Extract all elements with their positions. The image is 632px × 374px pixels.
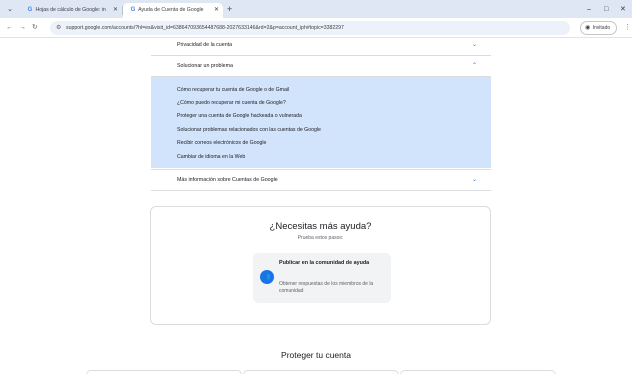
back-icon[interactable]: ← <box>6 22 13 33</box>
minimize-icon[interactable]: – <box>587 3 591 16</box>
help-link[interactable]: Proteger una cuenta de Google hackeada o… <box>177 113 302 119</box>
help-title: ¿Necesitas más ayuda? <box>269 221 372 232</box>
accordion-label: Más información sobre Cuentas de Google <box>177 177 278 183</box>
help-link[interactable]: Solucionar problemas relacionados con la… <box>177 127 321 133</box>
tab-title: Hojas de cálculo de Google: in <box>35 7 106 13</box>
protect-card[interactable] <box>86 370 242 374</box>
chevron-down-icon: ⌄ <box>471 177 477 183</box>
google-favicon-icon: G <box>27 7 33 13</box>
browser-menu-icon[interactable]: ⋮ <box>624 22 631 33</box>
address-toolbar: ← → ↻ ⚙ support.google.com/accounts/?hl=… <box>0 18 632 38</box>
tab-strip: ⌄ G Hojas de cálculo de Google: in ✕ G A… <box>0 0 632 18</box>
option-title: Publicar en la comunidad de ayuda <box>279 260 370 266</box>
community-icon: 👥 <box>260 270 274 284</box>
profile-label: Invitado <box>592 25 611 31</box>
tab-title: Ayuda de Cuenta de Google <box>138 7 204 13</box>
accordion-more-info[interactable]: Más información sobre Cuentas de Google … <box>151 169 491 191</box>
help-link[interactable]: Cómo recuperar tu cuenta de Google o de … <box>177 87 289 93</box>
reload-icon[interactable]: ↻ <box>32 22 38 33</box>
close-window-icon[interactable]: ✕ <box>620 3 626 16</box>
community-post-option[interactable]: 👥 Publicar en la comunidad de ayuda Obte… <box>253 253 391 303</box>
accordion-privacy[interactable]: Privacidad de la cuenta ⌄ <box>151 38 491 56</box>
help-subtitle: Prueba estos pasos: <box>297 235 344 241</box>
maximize-icon[interactable]: □ <box>604 3 608 16</box>
solve-problem-panel: Cómo recuperar tu cuenta de Google o de … <box>151 77 491 168</box>
tab-sheets[interactable]: G Hojas de cálculo de Google: in ✕ <box>20 3 122 18</box>
option-description: Obtener respuestas de los miembros de la… <box>279 281 374 294</box>
accordion-label: Privacidad de la cuenta <box>177 42 233 48</box>
site-info-icon[interactable]: ⚙ <box>56 23 61 33</box>
tab-account-help[interactable]: G Ayuda de Cuenta de Google ✕ <box>123 3 223 18</box>
accordion-solve-problem[interactable]: Solucionar un problema ⌃ <box>151 56 491 77</box>
protect-card[interactable] <box>400 370 556 374</box>
chevron-up-icon: ⌃ <box>471 63 477 69</box>
protect-account-title: Proteger tu cuenta <box>281 350 351 360</box>
new-tab-button[interactable]: + <box>227 2 232 17</box>
help-card: ¿Necesitas más ayuda? Prueba estos pasos… <box>150 206 491 325</box>
address-bar[interactable]: ⚙ support.google.com/accounts/?hl=es&vis… <box>50 21 570 35</box>
profile-button[interactable]: ◉ Invitado <box>580 21 617 35</box>
guest-profile-icon: ◉ <box>585 25 591 31</box>
protect-card[interactable] <box>243 370 399 374</box>
chevron-down-icon: ⌄ <box>471 42 477 48</box>
url-text[interactable]: support.google.com/accounts/?hl=es&visit… <box>66 21 566 35</box>
forward-icon[interactable]: → <box>19 22 26 33</box>
accordion-label: Solucionar un problema <box>177 63 233 69</box>
tab-close-icon[interactable]: ✕ <box>214 3 219 18</box>
help-link[interactable]: ¿Cómo puedo recuperar mi cuenta de Googl… <box>177 100 286 106</box>
help-link[interactable]: Recibir correos electrónicos de Google <box>177 140 266 146</box>
tab-search-icon[interactable]: ⌄ <box>4 4 16 15</box>
help-link[interactable]: Cambiar de idioma en la Web <box>177 154 245 160</box>
google-favicon-icon: G <box>130 7 136 13</box>
tab-close-icon[interactable]: ✕ <box>113 3 118 18</box>
